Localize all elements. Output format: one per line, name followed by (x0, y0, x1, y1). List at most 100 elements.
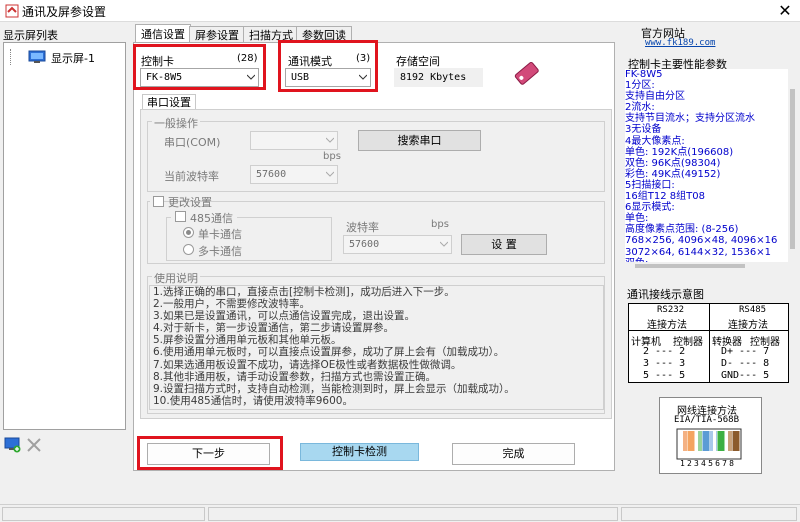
rs485-checkbox[interactable]: 485通信 (171, 210, 237, 225)
perf-line: 支持节目流水；支持分区流水 (625, 113, 755, 125)
perf-line: 双色: 96K点(98304) (625, 157, 721, 169)
chevron-down-icon (247, 74, 255, 80)
tag-icon (514, 62, 539, 85)
network-wiring-diagram: 网线连接方法 EIA/TIA-568B 12345678 (659, 397, 762, 474)
usage-line: 1.选择正确的串口，直接点击[控制卡检测]，成功后进入下一步。 (153, 286, 455, 298)
list-item-label: 显示屏-1 (51, 52, 95, 65)
perf-line: 3072×64, 6144×32, 1536×1 (625, 246, 772, 258)
rs485-method: 连接方法 (728, 320, 768, 331)
card-value: FK-8W5 (146, 72, 183, 83)
port-select[interactable] (250, 131, 338, 150)
multi-card-label: 多卡通信 (198, 245, 242, 258)
multi-card-radio[interactable] (183, 244, 194, 255)
title-bar: 通讯及屏参设置 ✕ (0, 0, 800, 22)
perf-line: 高度像素点范围: (8-256) (625, 224, 739, 236)
status-segment (2, 507, 205, 521)
usage-line: 10.使用485通信时，请使用波特率9600。 (153, 394, 353, 407)
usage-line: 7.如果选通用板设置不成功，请选择OE极性或者数据极性做微调。 (153, 358, 462, 371)
storage-value: 8192 Kbytes (394, 68, 483, 87)
rs232-method: 连接方法 (647, 320, 687, 331)
wiring-divider (709, 304, 710, 382)
close-icon[interactable]: ✕ (770, 0, 800, 22)
rs232-row: 5 --- 5 (643, 370, 686, 381)
delete-screen-icon[interactable] (26, 437, 42, 453)
card-count: (28) (237, 53, 258, 64)
chevron-down-icon (326, 171, 334, 177)
perf-line: 768×256, 4096×48, 4096×16 (625, 235, 778, 247)
rs485-row: GND--- 5 (721, 370, 770, 381)
usage-line: 6.使用通用单元板时，可以直接点设置屏参，成功了屏上会有（加载成功）。 (153, 346, 505, 359)
mode-label: 通讯模式 (288, 55, 332, 68)
chevron-down-icon (359, 74, 367, 80)
usage-line: 8.其他非通用板，请手动设置参数，扫描方式也需设置正确。 (153, 370, 437, 383)
change-checkbox-box[interactable] (153, 196, 164, 207)
screen-list[interactable]: 显示屏-1 (3, 42, 126, 430)
change-checkbox-label: 更改设置 (168, 196, 212, 209)
mode-count: (3) (356, 53, 371, 64)
tab-screen-params[interactable]: 屏参设置 (189, 26, 245, 43)
perf-scrollbar-vertical[interactable] (788, 69, 797, 269)
rs485-checkbox-box[interactable] (175, 211, 186, 222)
rate-unit: bps (431, 219, 449, 230)
set-button[interactable]: 设 置 (461, 234, 547, 255)
mode-select[interactable]: USB (285, 68, 371, 87)
usage-line: 5.屏参设置分通用单元板和其他单元板。 (153, 334, 342, 347)
card-select[interactable]: FK-8W5 (140, 68, 259, 87)
usage-title: 使用说明 (152, 270, 200, 286)
scroll-thumb[interactable] (790, 89, 795, 249)
perf-line: 支持自由分区 (625, 91, 685, 103)
rate-value: 57600 (349, 239, 380, 250)
serial-tab[interactable]: 串口设置 (142, 94, 196, 110)
rs232-row: 3 --- 3 (643, 358, 686, 369)
next-button[interactable]: 下一步 (147, 443, 270, 465)
baud-label: 当前波特率 (164, 170, 219, 183)
rs485-row: D+ --- 7 (721, 346, 770, 357)
rate-select[interactable]: 57600 (343, 235, 452, 254)
perf-line: 2流水: (625, 102, 655, 114)
rate-label: 波特率 (346, 221, 379, 234)
app-icon (5, 4, 19, 18)
tree-line (10, 49, 24, 65)
finish-button[interactable]: 完成 (452, 443, 575, 465)
perf-text: FK-8W5 1分区: 支持自由分区 2流水: 支持节目流水；支持分区流水 3无… (625, 69, 796, 269)
rj45-connector-icon (676, 428, 742, 460)
perf-scrollbar-horizontal[interactable] (625, 262, 788, 270)
change-checkbox[interactable]: 更改设置 (150, 195, 212, 209)
perf-line: 5扫描接口: (625, 179, 675, 191)
single-card-radio[interactable] (183, 227, 194, 238)
net-standard: EIA/TIA-568B (674, 415, 740, 425)
card-label: 控制卡 (141, 55, 174, 68)
usage-text: 1.选择正确的串口，直接点击[控制卡检测]，成功后进入下一步。 2.一般用户，不… (149, 285, 604, 410)
tab-comm-settings[interactable]: 通信设置 (135, 24, 191, 43)
general-group-label: 一般操作 (152, 115, 200, 131)
status-bar (0, 504, 800, 522)
perf-line: 16组T12 8组T08 (625, 191, 705, 203)
usage-line: 9.设置扫描方式时，支持自动检测，当能检测到时，屏上会显示（加载成功）。 (153, 382, 515, 395)
perf-line: 1分区: (625, 80, 655, 92)
perf-line: 单色: (625, 213, 649, 225)
baud-select[interactable]: 57600 (250, 165, 338, 184)
rs232-title: RS232 (657, 305, 685, 315)
status-segment (621, 507, 797, 521)
search-port-button[interactable]: 搜索串口 (358, 130, 481, 151)
detect-card-button[interactable]: 控制卡检测 (300, 443, 419, 461)
scroll-thumb[interactable] (635, 264, 745, 268)
rs485-title: RS485 (739, 305, 767, 315)
rs485-row: D- --- 8 (721, 358, 770, 369)
bps-unit: bps (323, 151, 341, 162)
perf-line: FK-8W5 (625, 69, 663, 80)
chevron-down-icon (440, 241, 448, 247)
official-site-link[interactable]: www.fk189.com (645, 38, 715, 48)
storage-label: 存储空间 (396, 55, 440, 68)
monitor-icon (28, 50, 46, 63)
storage-value-text: 8192 Kbytes (400, 72, 467, 83)
baud-value: 57600 (256, 169, 287, 180)
add-screen-icon[interactable] (4, 437, 22, 453)
rs485-label: 485通信 (190, 212, 233, 225)
wiring-diagram: RS232 连接方法 计算机 控制器 2 --- 2 3 --- 3 5 ---… (628, 303, 789, 383)
status-segment (208, 507, 618, 521)
rs232-row: 2 --- 2 (643, 346, 686, 357)
pin-numbers: 12345678 (680, 459, 737, 468)
usage-line: 4.对于新卡，第一步设置通信，第二步请设置屏参。 (153, 322, 395, 335)
chevron-down-icon (326, 137, 334, 143)
